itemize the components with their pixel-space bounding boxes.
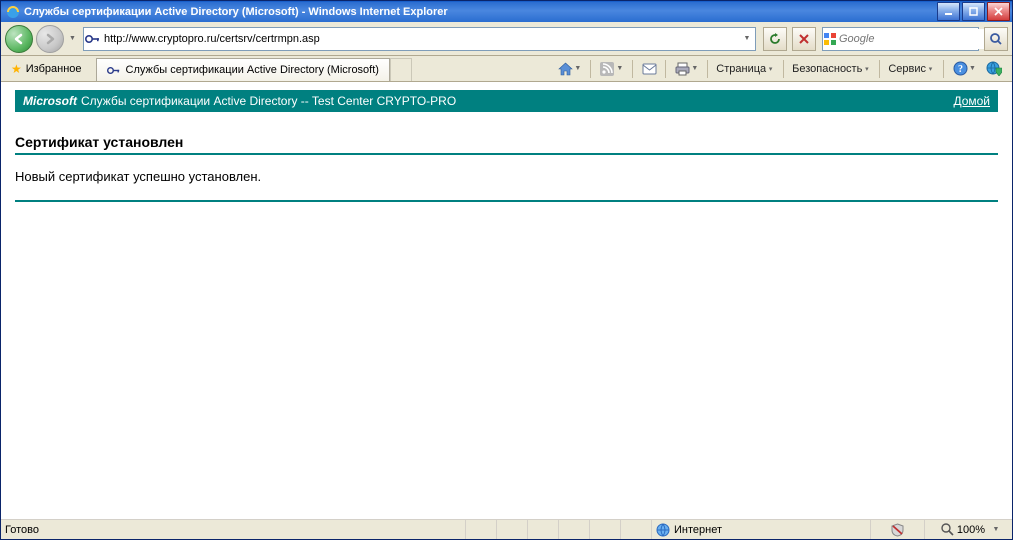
cryptopro-addon-button[interactable] — [983, 59, 1005, 79]
tools-menu[interactable]: Сервис ▾ — [885, 59, 938, 79]
url-input[interactable] — [102, 29, 739, 49]
shield-off-icon — [890, 523, 905, 537]
success-message: Новый сертификат успешно установлен. — [15, 169, 998, 184]
tab-active[interactable]: Службы сертификации Active Directory (Mi… — [96, 58, 390, 81]
zoom-icon — [941, 523, 954, 536]
favorites-button[interactable]: ★ Избранное — [5, 58, 88, 79]
safety-menu[interactable]: Безопасность ▾ — [789, 59, 874, 79]
command-bar: ▼ ▼ ▼ Страница ▾ Безопасност — [554, 59, 1008, 79]
help-icon: ? — [952, 61, 968, 77]
zoom-control[interactable]: 100% ▼ — [924, 519, 1012, 539]
separator — [943, 60, 944, 78]
status-ready-text: Готово — [5, 524, 39, 536]
new-tab-button[interactable] — [390, 58, 412, 81]
browser-window: Службы сертификации Active Directory (Mi… — [0, 0, 1013, 540]
search-input[interactable] — [837, 29, 984, 49]
site-key-icon — [84, 33, 102, 45]
separator — [590, 60, 591, 78]
page-banner: Microsoft Службы сертификации Active Dir… — [15, 90, 998, 112]
security-zone[interactable]: Интернет — [651, 519, 870, 539]
separator — [632, 60, 633, 78]
separator — [665, 60, 666, 78]
divider — [15, 153, 998, 155]
status-pane — [620, 519, 651, 539]
close-button[interactable] — [987, 2, 1010, 21]
zoom-value: 100% — [957, 524, 985, 536]
mail-icon — [641, 61, 657, 77]
search-box[interactable] — [822, 27, 979, 51]
titlebar: Службы сертификации Active Directory (Mi… — [1, 1, 1012, 22]
separator — [707, 60, 708, 78]
home-link[interactable]: Домой — [953, 94, 990, 108]
help-button[interactable]: ? ▼ — [949, 59, 980, 79]
minimize-button[interactable] — [937, 2, 960, 21]
google-icon — [823, 32, 837, 46]
banner-brand: Microsoft — [23, 94, 77, 108]
home-icon — [557, 61, 573, 77]
protected-mode[interactable] — [870, 519, 924, 539]
page-content: Microsoft Службы сертификации Active Dir… — [1, 82, 1012, 518]
arrow-left-icon — [12, 32, 26, 46]
globe-shield-icon — [986, 61, 1002, 77]
forward-button[interactable] — [36, 25, 64, 53]
favorites-label: Избранное — [26, 63, 82, 75]
status-pane — [465, 519, 496, 539]
zone-label: Интернет — [674, 524, 722, 536]
address-bar[interactable]: ▼ — [83, 27, 756, 51]
refresh-button[interactable] — [763, 27, 787, 51]
tools-menu-label: Сервис — [888, 63, 926, 75]
print-button[interactable]: ▼ — [671, 59, 702, 79]
status-bar: Готово Интернет 100% ▼ — [1, 518, 1012, 539]
separator — [879, 60, 880, 78]
back-button[interactable] — [5, 25, 33, 53]
tab-title: Службы сертификации Active Directory (Mi… — [126, 64, 379, 76]
chevron-down-icon: ▼ — [988, 526, 1004, 533]
nav-history-dropdown[interactable]: ▼ — [67, 27, 78, 51]
separator — [783, 60, 784, 78]
page-menu-label: Страница — [716, 63, 766, 75]
site-key-icon — [107, 65, 121, 76]
safety-menu-label: Безопасность — [792, 63, 862, 75]
window-title: Службы сертификации Active Directory (Mi… — [24, 6, 935, 18]
chevron-down-icon: ▾ — [926, 65, 935, 73]
chevron-down-icon: ▾ — [862, 65, 871, 73]
star-icon: ★ — [11, 62, 22, 76]
svg-text:?: ? — [958, 64, 963, 75]
nav-toolbar: ▼ ▼ — [1, 22, 1012, 56]
page-heading: Сертификат установлен — [15, 134, 998, 151]
ie-logo-icon — [5, 4, 21, 20]
tabs-container: Службы сертификации Active Directory (Mi… — [96, 56, 555, 81]
chevron-down-icon: ▼ — [690, 65, 699, 72]
status-pane — [589, 519, 620, 539]
status-pane — [527, 519, 558, 539]
chevron-down-icon: ▼ — [615, 65, 624, 72]
read-mail-button[interactable] — [638, 59, 660, 79]
banner-text: Службы сертификации Active Directory -- … — [81, 94, 456, 108]
url-dropdown-icon[interactable]: ▼ — [739, 35, 755, 42]
maximize-button[interactable] — [962, 2, 985, 21]
feeds-button[interactable]: ▼ — [596, 59, 627, 79]
chevron-down-icon: ▼ — [573, 65, 582, 72]
status-pane — [558, 519, 589, 539]
stop-button[interactable] — [792, 27, 816, 51]
status-ready: Готово — [1, 519, 465, 539]
page-menu[interactable]: Страница ▾ — [713, 59, 778, 79]
chevron-down-icon: ▼ — [968, 65, 977, 72]
search-button[interactable] — [984, 27, 1008, 51]
chevron-down-icon: ▾ — [766, 65, 775, 73]
globe-icon — [656, 523, 670, 537]
rss-icon — [599, 61, 615, 77]
window-buttons — [935, 2, 1010, 21]
print-icon — [674, 61, 690, 77]
status-pane — [496, 519, 527, 539]
home-button[interactable]: ▼ — [554, 59, 585, 79]
divider — [15, 200, 998, 202]
favorites-bar: ★ Избранное Службы сертификации Active D… — [1, 56, 1012, 82]
